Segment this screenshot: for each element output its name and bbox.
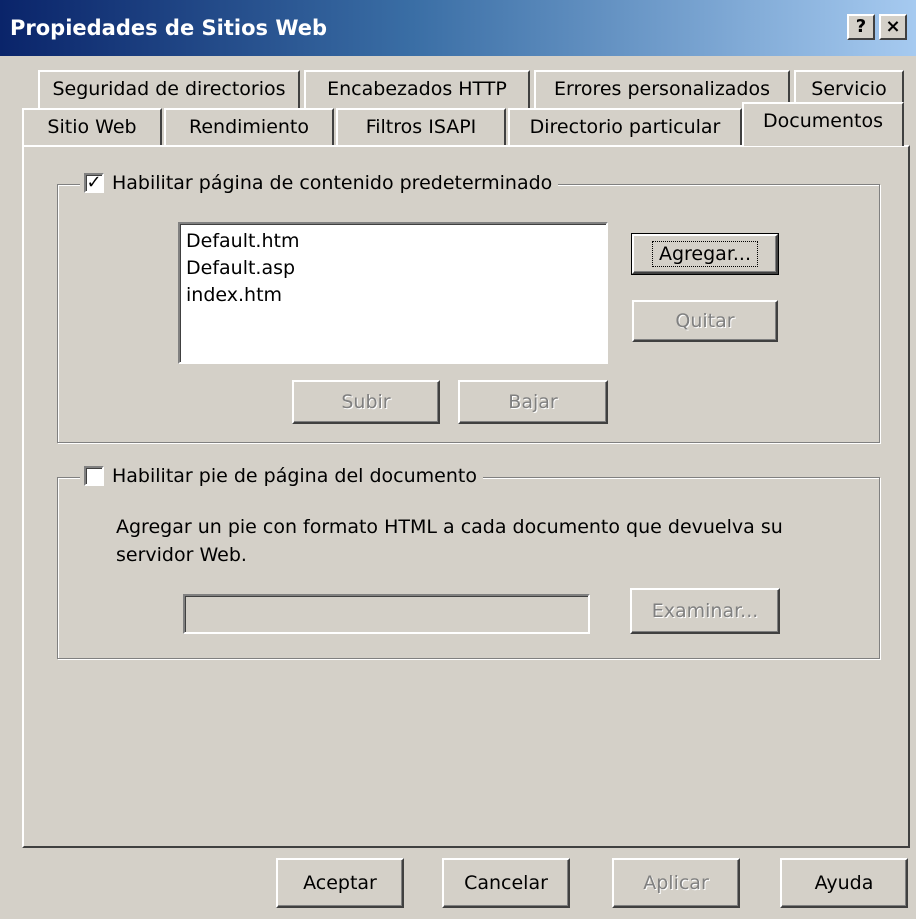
add-button[interactable]: Agregar...	[631, 233, 779, 275]
ok-button-label: Aceptar	[303, 872, 377, 894]
tab-label: Directorio particular	[529, 116, 721, 138]
tab-label: Servicio	[811, 78, 887, 100]
remove-button-label: Quitar	[675, 310, 735, 332]
help-button-label: Ayuda	[814, 872, 874, 894]
checkmark-icon: ✓	[86, 172, 102, 193]
move-down-button[interactable]: Bajar	[458, 380, 608, 424]
list-item[interactable]: Default.htm	[186, 228, 600, 255]
tab-filtros-isapi[interactable]: Filtros ISAPI	[336, 108, 506, 146]
browse-button[interactable]: Examinar...	[630, 588, 780, 634]
tab-label: Errores personalizados	[553, 78, 771, 100]
apply-button-label: Aplicar	[643, 872, 709, 894]
footer-label: Habilitar pie de página del documento	[112, 465, 477, 487]
question-mark-icon: ?	[855, 16, 867, 37]
default-content-legend: ✓ Habilitar página de contenido predeter…	[80, 172, 559, 194]
list-item[interactable]: index.htm	[186, 282, 600, 309]
footer-description: Agregar un pie con formato HTML a cada d…	[116, 516, 783, 566]
list-item[interactable]: Default.asp	[186, 255, 600, 282]
close-icon: ×	[885, 16, 901, 37]
tab-label: Documentos	[763, 110, 883, 132]
browse-button-label: Examinar...	[651, 600, 759, 622]
default-documents-list[interactable]: Default.htm Default.asp index.htm	[178, 222, 608, 364]
tab-label: Encabezados HTTP	[327, 78, 507, 100]
add-button-label: Agregar...	[651, 241, 759, 267]
default-content-label: Habilitar página de contenido predetermi…	[112, 172, 553, 194]
default-content-checkbox[interactable]: ✓	[84, 173, 104, 193]
tab-seguridad-directorios[interactable]: Seguridad de directorios	[38, 70, 300, 108]
footer-legend: Habilitar pie de página del documento	[80, 465, 483, 487]
move-up-button-label: Subir	[341, 391, 391, 413]
help-title-button[interactable]: ?	[847, 14, 875, 40]
tab-label: Seguridad de directorios	[52, 78, 286, 100]
close-title-button[interactable]: ×	[879, 14, 907, 40]
window-title: Propiedades de Sitios Web	[10, 16, 328, 40]
cancel-button[interactable]: Cancelar	[442, 858, 570, 908]
footer-path-field[interactable]	[183, 594, 590, 634]
tab-documentos[interactable]: Documentos	[742, 102, 904, 146]
cancel-button-label: Cancelar	[464, 872, 548, 894]
title-bar: Propiedades de Sitios Web ? ×	[0, 0, 916, 56]
tab-label: Sitio Web	[47, 116, 137, 138]
footer-checkbox[interactable]	[84, 466, 104, 486]
tab-directorio-particular[interactable]: Directorio particular	[508, 108, 742, 146]
tab-encabezados-http[interactable]: Encabezados HTTP	[304, 70, 530, 108]
tab-label: Rendimiento	[188, 116, 309, 138]
tab-label: Filtros ISAPI	[365, 116, 477, 138]
help-button[interactable]: Ayuda	[780, 858, 908, 908]
tab-sitio-web[interactable]: Sitio Web	[22, 108, 162, 146]
tab-rendimiento[interactable]: Rendimiento	[164, 108, 334, 146]
remove-button[interactable]: Quitar	[632, 300, 778, 342]
apply-button[interactable]: Aplicar	[612, 858, 740, 908]
move-down-button-label: Bajar	[508, 391, 558, 413]
move-up-button[interactable]: Subir	[292, 380, 440, 424]
ok-button[interactable]: Aceptar	[276, 858, 404, 908]
